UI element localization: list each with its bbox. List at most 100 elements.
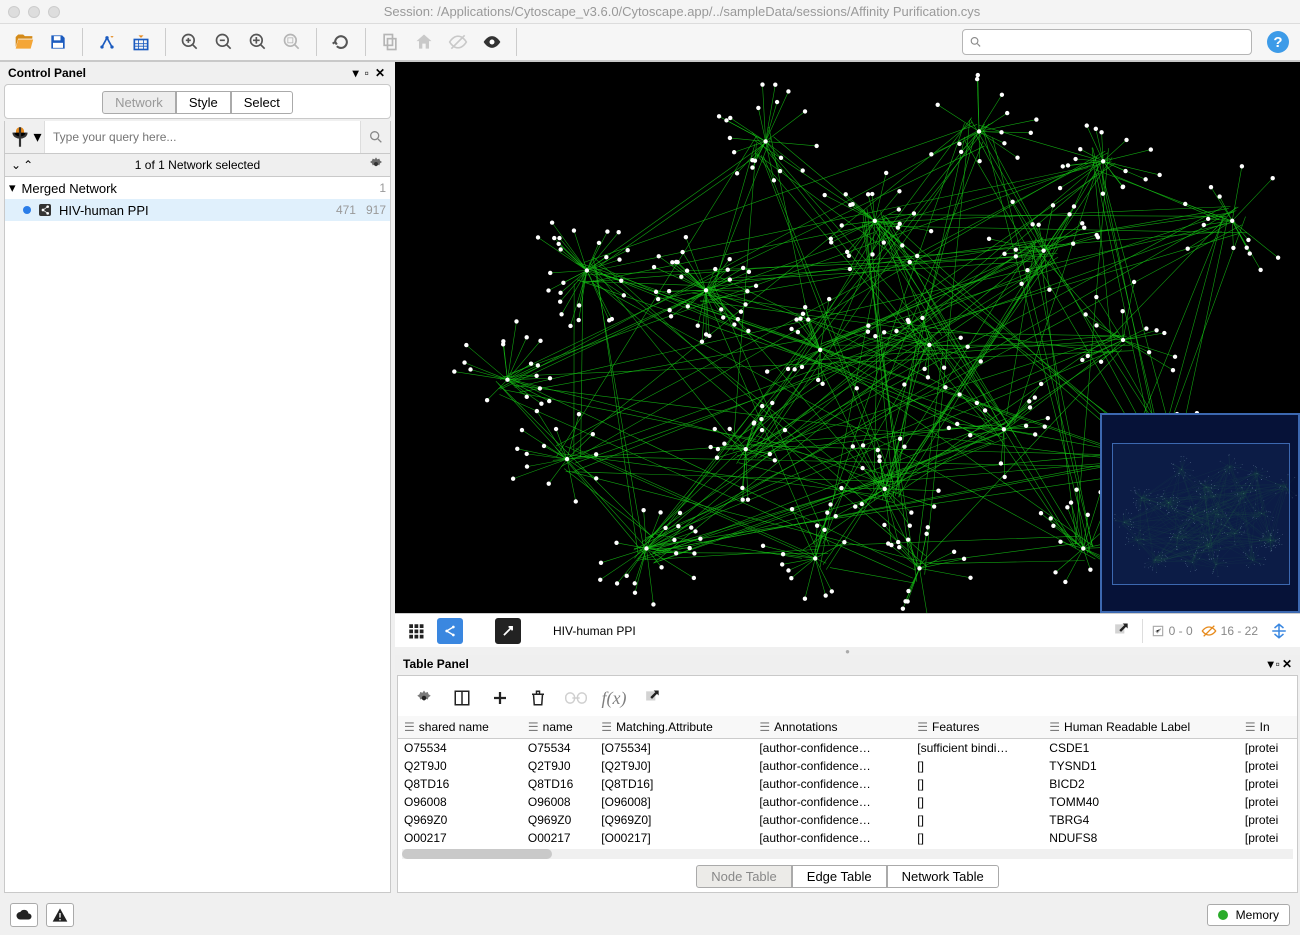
share-icon [37,202,53,218]
window-controls [8,6,60,18]
minimize-table-icon[interactable]: ▾ [1268,657,1274,671]
table-cell: NDUFS8 [1043,829,1239,847]
table-row[interactable]: Q969Z0Q969Z0[Q969Z0][author-confidence…[… [398,811,1297,829]
export-table-button[interactable] [640,686,664,710]
function-button[interactable]: f(x) [602,686,626,710]
columns-button[interactable] [450,686,474,710]
open-file-button[interactable] [8,26,40,58]
search-input[interactable] [982,35,1245,49]
query-search-button[interactable] [360,121,390,153]
memory-indicator[interactable]: Memory [1207,904,1290,926]
tab-node-table[interactable]: Node Table [696,865,792,888]
minimize-window-icon[interactable] [28,6,40,18]
scroll-thumb[interactable] [402,849,552,859]
tab-network-table[interactable]: Network Table [887,865,999,888]
table-cell: TYSND1 [1043,757,1239,775]
resize-handle[interactable]: ● [395,647,1300,655]
help-button[interactable]: ? [1264,28,1292,56]
control-panel-title: Control Panel [8,66,86,80]
psi-icon[interactable]: ▾ [5,121,45,153]
tab-network[interactable]: Network [102,91,176,114]
network-canvas[interactable] [395,62,1300,613]
search-box[interactable] [962,29,1252,55]
minimize-panel-icon[interactable]: ▾ [351,66,361,80]
show-button[interactable] [476,26,508,58]
save-button[interactable] [42,26,74,58]
cloud-button[interactable] [10,903,38,927]
import-network-button[interactable] [91,26,123,58]
status-bar: Memory [0,895,1300,935]
table-cell: O75534 [522,739,595,758]
tree-root-label: Merged Network [22,181,117,196]
table-panel-title: Table Panel [403,657,469,671]
table-cell: [protei [1239,829,1297,847]
collapse-all-icon[interactable]: ⌃ [23,158,33,172]
tab-edge-table[interactable]: Edge Table [792,865,887,888]
birds-eye-viewport[interactable] [1112,443,1290,585]
network-options-icon[interactable] [368,156,384,175]
table-cell: [] [911,793,1043,811]
close-window-icon[interactable] [8,6,20,18]
import-table-button[interactable] [125,26,157,58]
export-image-button[interactable] [1108,618,1134,644]
expand-all-icon[interactable]: ⌄ [11,158,21,172]
tab-style[interactable]: Style [176,91,231,114]
table-settings-button[interactable] [412,686,436,710]
table-cell: [author-confidence… [753,757,911,775]
reload-button[interactable] [325,26,357,58]
table-cell: [protei [1239,811,1297,829]
data-table[interactable]: ☰shared name☰name☰Matching.Attribute☰Ann… [398,716,1297,847]
table-row[interactable]: Q2T9J0Q2T9J0[Q2T9J0][author-confidence…[… [398,757,1297,775]
table-row[interactable]: O75534O75534[O75534][author-confidence…[… [398,739,1297,758]
table-cell: Q2T9J0 [522,757,595,775]
horizontal-scrollbar[interactable] [402,849,1293,859]
grid-view-button[interactable] [403,618,429,644]
table-panel-header: Table Panel ▾ ▫ ✕ [395,655,1300,673]
table-cell: O75534 [398,739,522,758]
warning-button[interactable] [46,903,74,927]
column-header[interactable]: ☰name [522,716,595,739]
tree-child-row[interactable]: HIV-human PPI 471 917 [5,199,390,221]
column-header[interactable]: ☰Human Readable Label [1043,716,1239,739]
column-header[interactable]: ☰Annotations [753,716,911,739]
query-input[interactable] [45,121,360,153]
float-panel-icon[interactable]: ▫ [363,66,371,80]
table-cell: [protei [1239,739,1297,758]
table-panel-tabs: Node Table Edge Table Network Table [398,861,1297,892]
zoom-fit-button[interactable] [242,26,274,58]
tree-root-row[interactable]: ▾ Merged Network 1 [5,177,390,199]
share-view-button[interactable] [437,618,463,644]
delete-column-button[interactable] [526,686,550,710]
column-header[interactable]: ☰In [1239,716,1297,739]
canvas-toolbar: HIV-human PPI 0 - 0 16 - 22 [395,613,1300,647]
zoom-window-icon[interactable] [48,6,60,18]
tab-select[interactable]: Select [231,91,293,114]
link-button[interactable] [564,686,588,710]
float-table-icon[interactable]: ▫ [1276,657,1280,671]
column-header[interactable]: ☰Features [911,716,1043,739]
svg-text:?: ? [1273,34,1282,51]
network-tree[interactable]: ▾ Merged Network 1 HIV-human PPI 471 917 [4,177,391,893]
zoom-in-button[interactable] [174,26,206,58]
network-status-text: 1 of 1 Network selected [135,158,260,172]
table-row[interactable]: O96008O96008[O96008][author-confidence…[… [398,793,1297,811]
table-cell: [author-confidence… [753,739,911,758]
column-header[interactable]: ☰Matching.Attribute [595,716,753,739]
close-table-icon[interactable]: ✕ [1282,657,1292,671]
table-row[interactable]: O00217O00217[O00217][author-confidence…[… [398,829,1297,847]
caret-down-icon[interactable]: ▾ [9,180,16,196]
copy-button[interactable] [374,26,406,58]
close-panel-icon[interactable]: ✕ [373,66,387,80]
detach-view-button[interactable] [495,618,521,644]
add-column-button[interactable] [488,686,512,710]
table-row[interactable]: Q8TD16Q8TD16[Q8TD16][author-confidence…[… [398,775,1297,793]
home-button[interactable] [408,26,440,58]
table-cell: Q969Z0 [398,811,522,829]
fit-content-button[interactable] [1266,618,1292,644]
zoom-out-button[interactable] [208,26,240,58]
table-cell: [protei [1239,775,1297,793]
birds-eye-view[interactable] [1100,413,1300,613]
column-header[interactable]: ☰shared name [398,716,522,739]
hide-button[interactable] [442,26,474,58]
zoom-selected-button[interactable] [276,26,308,58]
